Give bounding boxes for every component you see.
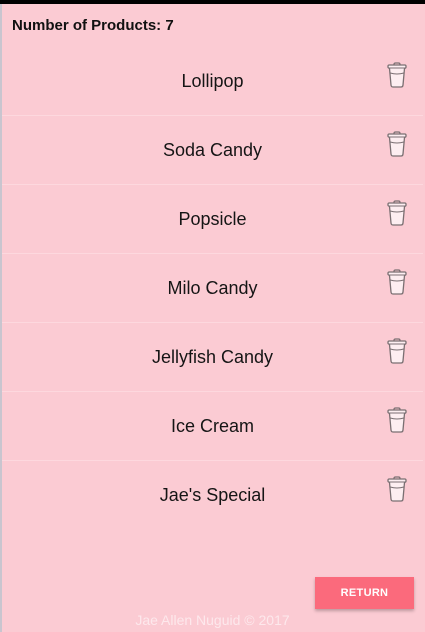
status-bar	[0, 0, 425, 4]
product-count-value: 7	[165, 17, 174, 34]
product-name: Jae's Special	[159, 485, 266, 505]
trash-icon[interactable]	[386, 131, 408, 157]
trash-icon[interactable]	[386, 476, 408, 502]
product-name: Milo Candy	[167, 278, 258, 298]
product-list: Lollipop Soda Candy Popsicle Milo Candy …	[2, 47, 423, 530]
product-count-label: Number of Products:	[12, 17, 162, 34]
product-name: Lollipop	[181, 71, 244, 91]
list-item: Milo Candy	[2, 254, 423, 323]
product-count: Number of Products: 7	[12, 17, 174, 34]
list-item: Soda Candy	[2, 116, 423, 185]
list-item: Jellyfish Candy	[2, 323, 423, 392]
product-name: Ice Cream	[170, 416, 255, 436]
list-item: Popsicle	[2, 185, 423, 254]
product-name: Popsicle	[178, 209, 247, 229]
return-button[interactable]: RETURN	[315, 577, 414, 609]
footer-credit: Jae Allen Nuguid © 2017	[135, 612, 290, 628]
trash-icon[interactable]	[386, 338, 408, 364]
trash-icon[interactable]	[386, 407, 408, 433]
list-item: Jae's Special	[2, 461, 423, 530]
trash-icon[interactable]	[386, 62, 408, 88]
product-name: Soda Candy	[162, 140, 263, 160]
list-item: Lollipop	[2, 47, 423, 116]
trash-icon[interactable]	[386, 200, 408, 226]
product-name: Jellyfish Candy	[151, 347, 274, 367]
list-item: Ice Cream	[2, 392, 423, 461]
trash-icon[interactable]	[386, 269, 408, 295]
